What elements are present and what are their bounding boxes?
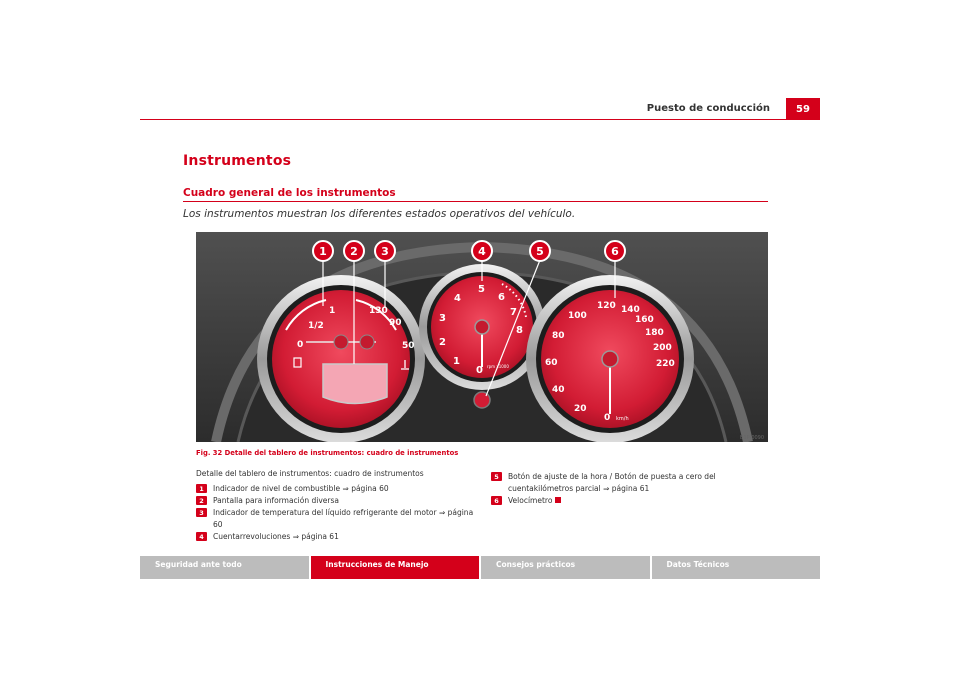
speed-label-140: 140 bbox=[621, 305, 640, 315]
legend-right-column: 5 Botón de ajuste de la hora / Botón de … bbox=[491, 471, 771, 507]
speed-label-120: 120 bbox=[597, 301, 616, 311]
fuel-temp-dial: 0 1/2 1 50 90 130 bbox=[257, 275, 425, 442]
tach-label-7: 7 bbox=[510, 307, 517, 318]
legend-text[interactable]: Indicador de temperatura del líquido ref… bbox=[213, 507, 481, 531]
section-title: Instrumentos bbox=[183, 153, 292, 169]
tab-consejos[interactable]: Consejos prácticos bbox=[481, 556, 650, 579]
figure-code: B1P-0090 bbox=[740, 435, 765, 441]
callout-5: 5 bbox=[536, 245, 544, 258]
tach-label-4: 4 bbox=[454, 293, 461, 304]
speed-label-180: 180 bbox=[645, 328, 664, 338]
speed-label-160: 160 bbox=[635, 315, 654, 325]
legend-number: 5 bbox=[491, 472, 502, 481]
info-display bbox=[322, 363, 388, 405]
tach-label-2: 2 bbox=[439, 337, 446, 348]
instrument-cluster-figure: 0 1/2 1 50 90 130 0 1 2 3 4 5 6 7 8 rpm … bbox=[196, 232, 768, 442]
speed-label-220: 220 bbox=[656, 359, 675, 369]
tach-label-6: 6 bbox=[498, 292, 505, 303]
legend-text: Pantalla para información diversa bbox=[213, 496, 339, 505]
callout-3: 3 bbox=[381, 245, 389, 258]
legend-text[interactable]: Indicador de nivel de combustible ⇒ pági… bbox=[213, 483, 389, 495]
fuel-label-empty: 0 bbox=[297, 340, 303, 350]
fuel-label-half: 1/2 bbox=[308, 321, 324, 331]
legend-item: 6 Velocímetro bbox=[491, 495, 771, 507]
tach-label-3: 3 bbox=[439, 313, 446, 324]
callout-2: 2 bbox=[350, 245, 358, 258]
trip-reset-button[interactable] bbox=[473, 391, 491, 409]
figure-caption: Fig. 32 Detalle del tablero de instrumen… bbox=[196, 449, 459, 457]
legend-lead: Detalle del tablero de instrumentos: cua… bbox=[196, 469, 424, 478]
speed-label-200: 200 bbox=[653, 343, 672, 353]
legend-text[interactable]: Botón de ajuste de la hora / Botón de pu… bbox=[508, 471, 771, 495]
page-number: 59 bbox=[786, 98, 820, 120]
legend-item: 3 Indicador de temperatura del líquido r… bbox=[196, 507, 481, 531]
subsection-title: Cuadro general de los instrumentos bbox=[183, 187, 396, 199]
temp-label-low: 50 bbox=[402, 341, 415, 351]
running-header: Puesto de conducción bbox=[646, 103, 770, 114]
speed-label-80: 80 bbox=[552, 331, 565, 341]
legend-number: 6 bbox=[491, 496, 502, 505]
tab-datos[interactable]: Datos Técnicos bbox=[651, 556, 820, 579]
legend-item: 1 Indicador de nivel de combustible ⇒ pá… bbox=[196, 483, 481, 495]
instrument-cluster-illustration: 0 1/2 1 50 90 130 0 1 2 3 4 5 6 7 8 rpm … bbox=[196, 232, 768, 442]
tach-label-8: 8 bbox=[516, 325, 523, 336]
end-of-section-marker bbox=[555, 497, 562, 503]
callout-6: 6 bbox=[611, 245, 619, 258]
legend-number: 3 bbox=[196, 508, 207, 517]
header-rule bbox=[140, 119, 820, 120]
tab-instrucciones[interactable]: Instrucciones de Manejo bbox=[310, 556, 479, 579]
tab-seguridad[interactable]: Seguridad ante todo bbox=[140, 556, 309, 579]
callout-1: 1 bbox=[319, 245, 327, 258]
legend-left-column: Detalle del tablero de instrumentos: cua… bbox=[196, 468, 481, 543]
subsection-rule bbox=[183, 201, 768, 202]
temp-label-mid: 90 bbox=[389, 318, 402, 328]
speed-label-60: 60 bbox=[545, 358, 558, 368]
speed-label-20: 20 bbox=[574, 404, 587, 414]
tach-label-1: 1 bbox=[453, 356, 460, 367]
footer-nav: Seguridad ante todo Instrucciones de Man… bbox=[140, 556, 820, 579]
intro-text: Los instrumentos muestran los diferentes… bbox=[183, 208, 576, 220]
tach-label-5: 5 bbox=[478, 284, 485, 295]
speed-label-40: 40 bbox=[552, 385, 565, 395]
speed-unit: km/h bbox=[616, 416, 629, 422]
legend-text: Velocímetro bbox=[508, 496, 553, 505]
callout-4: 4 bbox=[478, 245, 486, 258]
legend-number: 1 bbox=[196, 484, 207, 493]
legend-item: 4 Cuentarrevoluciones ⇒ página 61 bbox=[196, 531, 481, 543]
speedometer-dial: 0 20 40 60 80 100 120 140 160 180 200 22… bbox=[526, 275, 694, 442]
legend-number: 4 bbox=[196, 532, 207, 541]
legend-text[interactable]: Cuentarrevoluciones ⇒ página 61 bbox=[213, 531, 339, 543]
legend-item: 5 Botón de ajuste de la hora / Botón de … bbox=[491, 471, 771, 495]
speed-label-0: 0 bbox=[604, 413, 610, 423]
legend-number: 2 bbox=[196, 496, 207, 505]
fuel-label-full: 1 bbox=[329, 306, 335, 316]
legend-item: 2 Pantalla para información diversa bbox=[196, 495, 481, 507]
speed-label-100: 100 bbox=[568, 311, 587, 321]
